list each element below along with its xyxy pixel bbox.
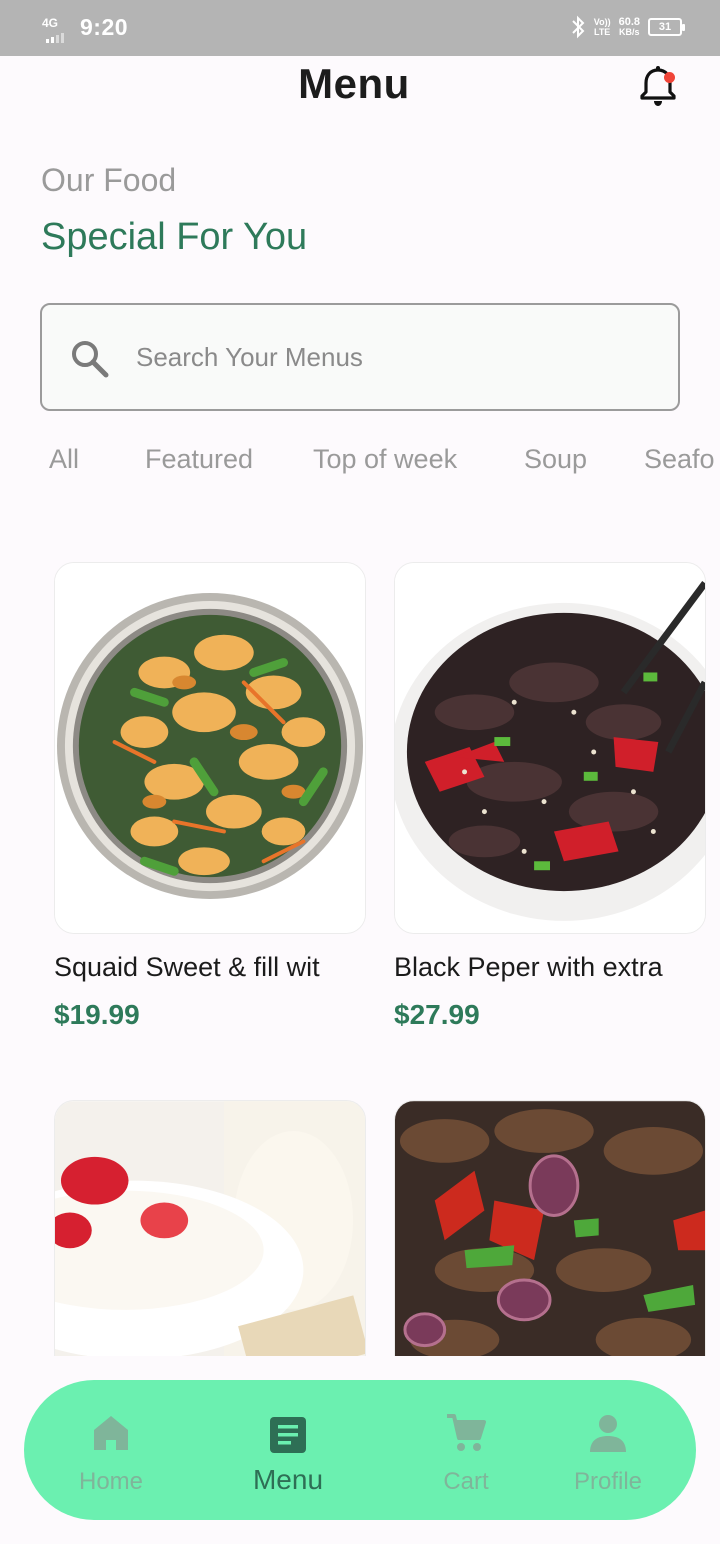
volte-indicator: Vo)) LTE — [594, 17, 611, 37]
profile-icon — [590, 1415, 626, 1452]
status-bar: 4G 9:20 Vo)) LTE 60.8 KB/s 31 — [0, 0, 720, 56]
network-indicator: 4G — [40, 15, 72, 43]
nav-label-profile: Profile — [573, 1468, 643, 1495]
category-tabs: All Featured Top of week Soup Seafo — [0, 444, 720, 484]
network-type: 4G — [42, 15, 59, 30]
bottom-nav: Home Menu Cart Profile — [24, 1380, 696, 1520]
page-title: Menu — [298, 60, 410, 107]
status-time: 9:20 — [80, 14, 129, 40]
cart-icon — [447, 1414, 486, 1451]
food-image — [54, 1100, 366, 1356]
bluetooth-icon — [572, 15, 585, 39]
fried-squid-image — [55, 563, 365, 933]
menu-doc-icon — [270, 1417, 306, 1453]
volte-bottom: LTE — [593, 27, 611, 37]
net-speed: 60.8 KB/s — [618, 16, 640, 38]
search-bar[interactable] — [40, 303, 680, 411]
category-tab-soup[interactable]: Soup — [524, 444, 587, 475]
black-pepper-beef-image — [395, 563, 705, 933]
menu-item-name: Black Peper with extra — [394, 952, 663, 982]
nav-label-menu: Menu — [252, 1464, 324, 1495]
section-heading: Special For You — [41, 216, 308, 258]
net-speed-unit: KB/s — [619, 27, 640, 37]
notification-dot — [664, 72, 675, 83]
nav-item-profile[interactable]: Profile — [538, 1380, 678, 1520]
nav-item-menu[interactable]: Menu — [218, 1380, 358, 1520]
status-left: 4G 9:20 — [40, 14, 129, 43]
food-image — [394, 562, 706, 934]
net-speed-value: 60.8 — [618, 16, 640, 28]
food-image — [54, 562, 366, 934]
beef-stir-fry-image — [395, 1101, 705, 1356]
search-input[interactable] — [136, 335, 636, 379]
signal-bars-icon — [46, 32, 64, 43]
menu-item-name: Squaid Sweet & fill wit — [54, 952, 320, 982]
menu-item-card[interactable] — [54, 1100, 366, 1356]
menu-item-price: $19.99 — [54, 999, 140, 1030]
bell-icon — [640, 66, 676, 106]
battery-icon: 31 — [648, 18, 685, 36]
nav-label-cart: Cart — [443, 1468, 489, 1495]
category-tab-all[interactable]: All — [49, 444, 79, 475]
notification-button[interactable] — [636, 64, 680, 108]
volte-top: Vo)) — [593, 17, 611, 27]
nav-item-home[interactable]: Home — [41, 1380, 181, 1520]
food-image — [394, 1100, 706, 1356]
category-tab-featured[interactable]: Featured — [145, 444, 253, 475]
nav-item-cart[interactable]: Cart — [396, 1380, 536, 1520]
menu-item-price: $27.99 — [394, 999, 480, 1030]
yogurt-dessert-image — [55, 1101, 365, 1356]
category-tab-seafood[interactable]: Seafo — [644, 444, 715, 475]
category-tab-top-of-week[interactable]: Top of week — [313, 444, 457, 475]
home-icon — [94, 1416, 128, 1450]
battery-level: 31 — [658, 21, 672, 33]
status-right: Vo)) LTE 60.8 KB/s 31 — [570, 14, 685, 40]
section-subtitle: Our Food — [41, 162, 177, 198]
menu-item-card[interactable] — [394, 1100, 706, 1356]
nav-label-home: Home — [78, 1468, 144, 1495]
search-icon — [72, 341, 109, 378]
